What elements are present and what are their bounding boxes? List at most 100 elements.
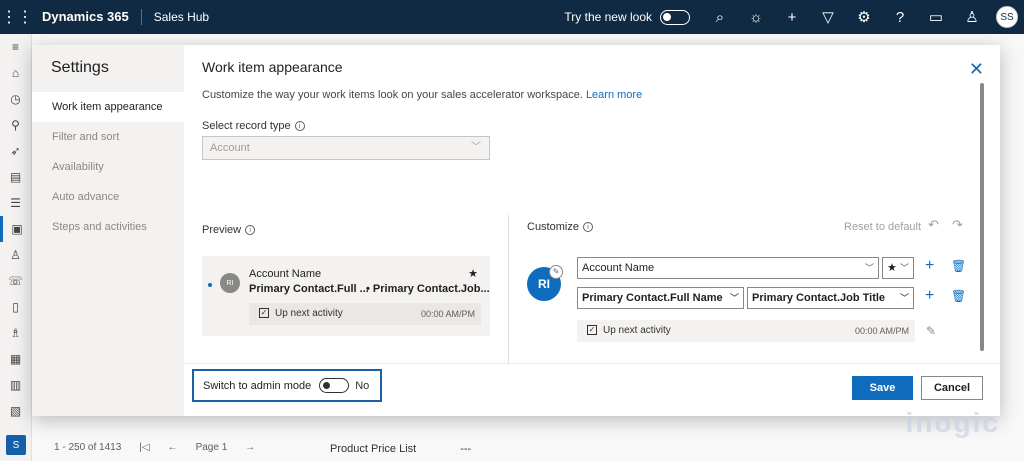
preview-activity-time: 00:00 AM/PM	[420, 309, 475, 319]
people-icon[interactable]: ♙	[954, 0, 990, 34]
chevron-down-icon: ﹀	[729, 293, 739, 303]
preview-label: Preview i	[202, 224, 256, 236]
person-icon[interactable]: ♙	[0, 242, 31, 268]
list-icon[interactable]: ☰	[0, 190, 31, 216]
customize-label: Customize i	[527, 221, 593, 233]
customize-activity-text: Up next activity	[603, 325, 671, 336]
pin-icon[interactable]: ⚲	[0, 112, 31, 138]
record-type-label-text: Select record type	[202, 120, 291, 132]
scrollbar[interactable]	[980, 83, 984, 351]
rocket-icon[interactable]: ➶	[0, 138, 31, 164]
close-icon[interactable]: ✕	[969, 59, 984, 80]
settings-item-steps-and-activities[interactable]: Steps and activities	[32, 212, 184, 242]
pager: 1 - 250 of 1413 |◁ ← Page 1 →	[54, 442, 255, 453]
settings-dialog: Settings Work item appearance Filter and…	[32, 45, 1000, 416]
star-icon: ★	[887, 262, 897, 274]
doc-icon[interactable]: ▥	[0, 372, 31, 398]
add-field-row2-icon[interactable]: +	[925, 287, 934, 305]
clipboard-icon[interactable]: ▤	[0, 164, 31, 190]
gear-icon[interactable]: ⚙	[846, 0, 882, 34]
preview-line2b: • Primary Contact.Job...	[366, 283, 490, 295]
field3-dropdown[interactable]: Primary Contact.Job Title ﹀	[747, 287, 914, 309]
delete-row1-icon[interactable]: 🗑	[951, 259, 966, 273]
admin-mode-toggle[interactable]	[319, 378, 350, 393]
customize-info-icon[interactable]: i	[582, 222, 593, 233]
delete-row2-icon[interactable]: 🗑	[951, 289, 966, 303]
settings-sidebar: Settings Work item appearance Filter and…	[32, 45, 184, 416]
admin-mode-section: Switch to admin mode No	[192, 369, 382, 402]
field1-dropdown[interactable]: Account Name ﹀	[577, 257, 879, 279]
reset-to-default-button[interactable]: Reset to default	[844, 221, 921, 233]
footer-divider	[184, 363, 1000, 364]
save-button[interactable]: Save	[852, 376, 913, 400]
waffle-icon[interactable]: ⋮⋮	[0, 0, 34, 34]
customize-activity: ✓ Up next activity 00:00 AM/PM	[577, 320, 915, 342]
settings-title: Settings	[51, 59, 109, 76]
chat-icon[interactable]: ▭	[918, 0, 954, 34]
area-switcher-badge[interactable]: S	[6, 435, 26, 455]
page-number: Page 1	[195, 442, 228, 453]
document-icon[interactable]: ▯	[0, 294, 31, 320]
undo-icon[interactable]: ↶	[928, 217, 939, 233]
search-icon[interactable]: ⌕	[702, 0, 738, 34]
redo-icon[interactable]: ↷	[952, 217, 963, 233]
record-type-label: Select record type i	[202, 120, 305, 132]
preview-line2a: Primary Contact.Full ...	[249, 283, 369, 295]
phone-icon[interactable]: ☏	[0, 268, 31, 294]
field2-value: Primary Contact.Full Name	[582, 292, 723, 304]
try-new-look-toggle[interactable]	[660, 9, 690, 25]
admin-mode-state: No	[355, 379, 370, 392]
left-nav: ≡ ⌂ ◷ ⚲ ➶ ▤ ☰ ▣ ♙ ☏ ▯ ♗ ▦ ▥ ▧ S	[0, 34, 32, 461]
next-page-icon[interactable]: →	[245, 442, 255, 453]
home-icon[interactable]: ⌂	[0, 60, 31, 86]
inogic-watermark: inogic	[905, 407, 1000, 438]
icon-style-dropdown[interactable]: ★ ﹀	[882, 257, 914, 279]
settings-item-filter-and-sort[interactable]: Filter and sort	[32, 122, 184, 152]
brand-title[interactable]: Dynamics 365	[34, 9, 142, 25]
settings-item-availability[interactable]: Availability	[32, 152, 184, 182]
app-name[interactable]: Sales Hub	[142, 10, 209, 24]
field2-dropdown[interactable]: Primary Contact.Full Name ﹀	[577, 287, 744, 309]
info-icon[interactable]: i	[294, 121, 305, 132]
chevron-down-icon: ﹀	[899, 263, 909, 273]
description-text: Customize the way your work items look o…	[202, 89, 583, 101]
cancel-button[interactable]: Cancel	[921, 376, 983, 400]
section-divider	[508, 215, 509, 363]
help-icon[interactable]: ?	[882, 0, 918, 34]
preview-avatar: RI	[220, 273, 240, 293]
preview-card: RI Account Name ★ Primary Contact.Full .…	[202, 256, 490, 336]
add-field-row1-icon[interactable]: +	[925, 257, 934, 275]
prev-page-icon[interactable]: ←	[168, 442, 178, 453]
chevron-down-icon: ﹀	[864, 263, 874, 273]
field-label: Product Price List	[330, 443, 417, 455]
pager-count: 1 - 250 of 1413	[54, 442, 122, 453]
lightbulb-icon[interactable]: ☼	[738, 0, 774, 34]
filter-icon[interactable]: ▽	[810, 0, 846, 34]
edit-avatar-icon[interactable]: ✎	[549, 265, 563, 279]
hamburger-icon[interactable]: ≡	[0, 34, 31, 60]
record-type-select[interactable]: Account ﹀	[202, 136, 490, 160]
page-description: Customize the way your work items look o…	[202, 89, 642, 101]
checkbox-icon[interactable]: ✓	[587, 325, 597, 336]
field1-value: Account Name	[582, 262, 655, 274]
first-page-icon[interactable]: |◁	[139, 442, 149, 453]
contact-icon[interactable]: ♗	[0, 320, 31, 346]
checkbox-icon: ✓	[259, 308, 269, 319]
learn-more-link[interactable]: Learn more	[586, 89, 642, 101]
customize-activity-time: 00:00 AM/PM	[854, 326, 909, 336]
workspace-icon[interactable]: ▣	[0, 216, 31, 242]
preview-info-icon[interactable]: i	[245, 225, 256, 236]
top-bar: ⋮⋮ Dynamics 365 Sales Hub Try the new lo…	[0, 0, 1024, 34]
preview-name: Account Name	[249, 268, 322, 280]
customize-label-text: Customize	[527, 221, 579, 233]
plus-icon[interactable]: +	[774, 0, 810, 34]
background-field: Product Price List ---	[330, 443, 471, 455]
user-avatar[interactable]: SS	[996, 6, 1018, 28]
edit-activity-icon[interactable]: ✎	[926, 324, 936, 338]
report-icon[interactable]: ▦	[0, 346, 31, 372]
unread-dot-icon	[208, 283, 212, 287]
recent-icon[interactable]: ◷	[0, 86, 31, 112]
doc2-icon[interactable]: ▧	[0, 398, 31, 424]
settings-item-auto-advance[interactable]: Auto advance	[32, 182, 184, 212]
settings-item-work-item-appearance[interactable]: Work item appearance	[32, 92, 184, 122]
